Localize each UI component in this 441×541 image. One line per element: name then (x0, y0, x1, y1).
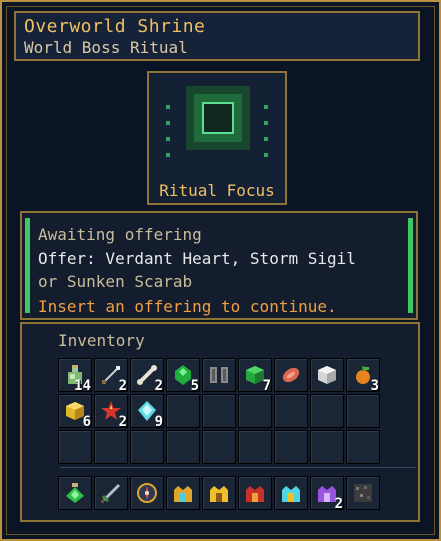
gold-crown-icon (172, 482, 194, 504)
inventory-label: Inventory (58, 331, 145, 350)
inventory-slot[interactable] (310, 394, 344, 428)
inventory-slot[interactable]: 5 (166, 358, 200, 394)
inventory-slot[interactable] (346, 430, 380, 464)
red-crown-icon (244, 482, 266, 504)
status-panel: Awaiting offering Offer: Verdant Heart, … (20, 211, 418, 320)
inventory-slot[interactable]: 2 (130, 358, 164, 394)
inventory-slot[interactable] (202, 394, 236, 428)
item-count: 14 (74, 378, 91, 394)
green-flask-icon (64, 482, 86, 504)
item-count: 7 (262, 378, 271, 394)
inventory-slot[interactable] (166, 394, 200, 428)
inventory-slot[interactable] (94, 430, 128, 464)
window-title: Overworld Shrine (24, 16, 206, 37)
right-rune-dots (264, 105, 268, 169)
left-rune-dots (166, 105, 170, 169)
window-subtitle: World Boss Ritual (24, 38, 188, 57)
inventory-slot[interactable]: 3 (346, 358, 380, 394)
inventory-slot[interactable] (58, 430, 92, 464)
inventory-slot[interactable] (346, 394, 380, 428)
inventory-slot[interactable] (94, 476, 128, 510)
inventory-slot[interactable]: 7 (238, 358, 272, 394)
inventory-slot[interactable]: 14 (58, 358, 92, 394)
status-line-awaiting: Awaiting offering (38, 225, 202, 244)
inventory-slot[interactable] (310, 430, 344, 464)
inventory-slot[interactable] (238, 394, 272, 428)
ritual-focus-slot[interactable]: Ritual Focus (147, 71, 287, 205)
inventory-slot[interactable] (274, 476, 308, 510)
inventory-slot[interactable] (274, 358, 308, 392)
white-block-icon (316, 364, 338, 386)
inventory-slot[interactable]: 6 (58, 394, 92, 430)
item-count: 2 (118, 414, 127, 430)
yellow-crown-icon (208, 482, 230, 504)
inventory-slot[interactable] (346, 476, 380, 510)
hotbar-divider (60, 467, 416, 468)
status-line-hint: Insert an offering to continue. (38, 297, 337, 316)
inventory-slot[interactable] (238, 476, 272, 510)
inventory-slot[interactable] (202, 476, 236, 510)
inventory-slot[interactable] (166, 476, 200, 510)
title-bar: Overworld Shrine World Boss Ritual (14, 11, 420, 61)
cyan-crown-icon (280, 482, 302, 504)
inventory-slot[interactable] (202, 358, 236, 392)
boots-icon (208, 364, 230, 386)
inventory-slot[interactable] (202, 430, 236, 464)
item-count: 5 (190, 378, 199, 394)
inventory-slot[interactable]: 2 (310, 476, 344, 512)
inventory-slot[interactable]: 2 (94, 394, 128, 430)
inventory-slot[interactable] (238, 430, 272, 464)
inventory-slot[interactable] (58, 476, 92, 510)
compass-icon (136, 482, 158, 504)
inventory-slot[interactable] (274, 430, 308, 464)
inventory-slot[interactable] (130, 476, 164, 510)
ritual-focus-label: Ritual Focus (159, 181, 275, 200)
inventory-slot[interactable] (130, 430, 164, 464)
status-line-alt: or Sunken Scarab (38, 272, 193, 291)
item-count: 9 (154, 414, 163, 430)
inventory-panel: Inventory 14 2 2 5 7 3 6 2 9 2 (20, 322, 420, 522)
status-bar-left (25, 218, 30, 313)
item-count: 2 (118, 378, 127, 394)
focus-empty-slot[interactable] (202, 102, 234, 134)
item-count: 3 (370, 378, 379, 394)
inventory-slot[interactable]: 9 (130, 394, 164, 430)
status-line-offer: Offer: Verdant Heart, Storm Sigil (38, 249, 356, 268)
item-count: 6 (82, 414, 91, 430)
raw-meat-icon (280, 364, 302, 386)
stone-block-icon (352, 482, 374, 504)
inventory-slot[interactable]: 2 (94, 358, 128, 394)
item-count: 2 (154, 378, 163, 394)
inventory-slot[interactable] (166, 430, 200, 464)
sword-icon (100, 482, 122, 504)
inventory-slot[interactable] (274, 394, 308, 428)
inventory-slot[interactable] (310, 358, 344, 392)
status-bar-right (408, 218, 413, 313)
item-count: 2 (334, 496, 343, 512)
